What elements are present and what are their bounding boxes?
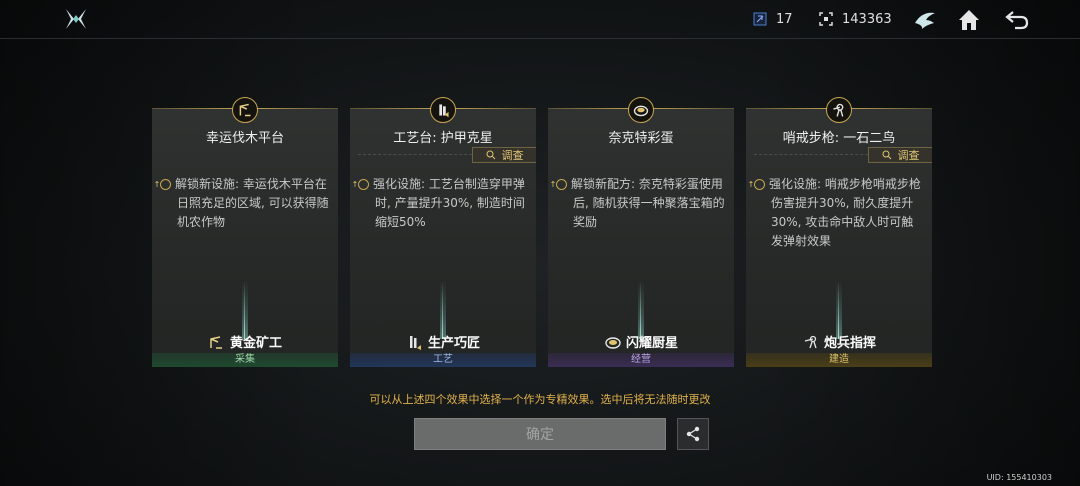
card-description: ↑ 解锁新设施: 幸运伐木平台在日照充足的区域, 可以获得随机农作物 [153,177,329,229]
effect-card-2[interactable]: 工艺台: 护甲克星 调查 ↑ 强化设施: 工艺台制造穿甲弹时, 产量提升30%, … [350,97,536,367]
category-tag: 建造 [746,353,932,367]
share-icon [686,426,700,442]
confirm-button[interactable]: 确定 [414,418,666,450]
crystal-count: 17 [776,11,793,27]
user-id: UID: 155410303 [986,473,1052,482]
crystal-icon [753,12,767,26]
effect-card-4[interactable]: 哨戒步枪: 一石二鸟 调查 ↑ 强化设施: 哨戒步枪哨戒步枪伤害提升30%, 耐久… [746,97,932,367]
ammo-icon [430,97,456,123]
craftsman-icon [409,335,421,350]
chef-dish-icon [605,336,621,349]
inspect-button[interactable]: 调查 [868,147,932,163]
artillery-icon [804,335,817,348]
card-description: ↑ 强化设施: 哨戒步枪哨戒步枪伤害提升30%, 耐久度提升30%, 攻击命中敌人… [747,177,921,248]
inspect-button[interactable]: 调查 [472,147,536,163]
profession-label: 生产巧匠 [350,332,536,351]
category-tag: 采集 [152,353,338,367]
miner-icon [210,335,222,349]
crystal-resource: 17 [752,11,793,27]
light-beam [242,281,248,339]
magnifier-icon [882,150,891,160]
game-logo-icon[interactable] [64,7,88,31]
profession-label: 炮兵指挥 [746,332,932,351]
effect-card-1[interactable]: 幸运伐木平台 ↑ 解锁新设施: 幸运伐木平台在日照充足的区域, 可以获得随机农作物… [152,97,338,367]
upgrade-arrow-icon: ↑ [748,179,765,190]
home-icon[interactable] [956,7,982,33]
bird-icon[interactable] [912,7,938,33]
turret-icon [826,97,852,123]
light-beam [440,281,446,339]
card-description: ↑ 强化设施: 工艺台制造穿甲弹时, 产量提升30%, 制造时间缩短50% [351,177,525,229]
currency-count: 143363 [842,11,892,27]
light-beam [638,281,644,339]
card-title: 工艺台: 护甲克星 [393,131,493,146]
selection-hint: 可以从上述四个效果中选择一个作为专精效果。选中后将无法随时更改 [369,393,711,406]
upgrade-arrow-icon: ↑ [154,179,171,190]
profession-label: 黄金矿工 [152,332,338,351]
upgrade-arrow-icon: ↑ [352,179,369,190]
top-bar: 17 143363 [0,0,1080,40]
scan-frame-icon [819,12,833,26]
lumber-crane-icon [232,97,258,123]
light-beam [836,281,842,339]
upgrade-arrow-icon: ↑ [550,179,567,190]
card-title: 幸运伐木平台 [205,131,284,146]
share-button[interactable] [677,418,709,450]
category-tag: 工艺 [350,353,536,367]
profession-label: 闪耀厨星 [548,332,734,351]
category-tag: 经营 [548,353,734,367]
card-title: 哨戒步枪: 一石二鸟 [782,131,896,146]
card-description: ↑ 解锁新配方: 奈克特彩蛋使用后, 随机获得一种聚落宝箱的奖励 [549,177,725,229]
effect-card-3[interactable]: 奈克特彩蛋 ↑ 解锁新配方: 奈克特彩蛋使用后, 随机获得一种聚落宝箱的奖励 闪耀… [548,97,734,367]
back-arrow-icon[interactable] [1004,7,1030,33]
dish-icon [628,97,654,123]
card-title: 奈克特彩蛋 [608,131,674,146]
magnifier-icon [486,150,495,160]
currency-resource: 143363 [818,11,892,27]
